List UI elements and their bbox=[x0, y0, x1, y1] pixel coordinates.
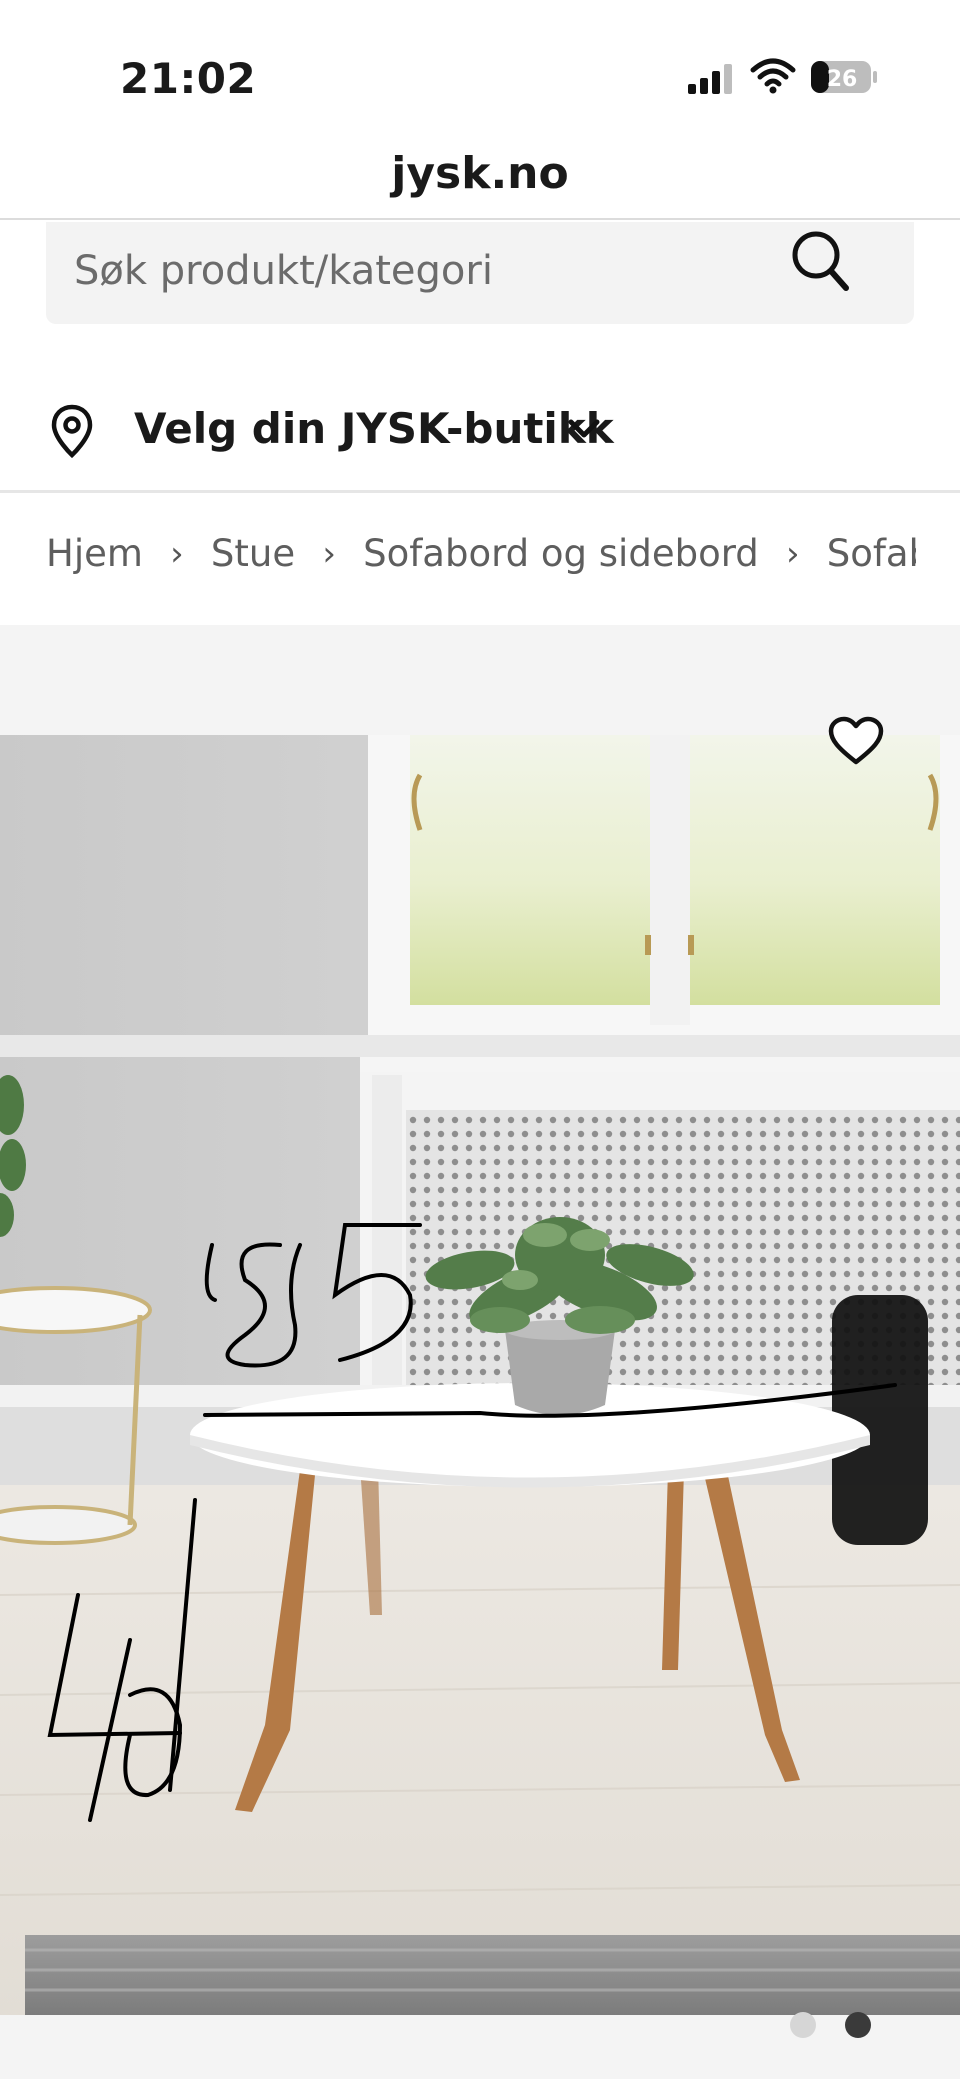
breadcrumb-sofabord-og-sidebord[interactable]: Sofabord og sidebord bbox=[363, 532, 759, 575]
signal-icon bbox=[688, 64, 732, 94]
store-picker[interactable]: Velg din JYSK-butikk bbox=[46, 396, 666, 466]
breadcrumb-separator: › bbox=[170, 533, 184, 574]
status-time: 21:02 bbox=[120, 54, 257, 103]
carousel-dot-2-active[interactable] bbox=[845, 2012, 871, 2038]
breadcrumb-home[interactable]: Hjem bbox=[46, 532, 143, 575]
breadcrumb-separator: › bbox=[785, 533, 800, 574]
product-image[interactable]: 85 40 bbox=[0, 735, 960, 2015]
chevron-down-icon bbox=[568, 419, 600, 438]
product-photo: 85 40 bbox=[0, 735, 960, 2015]
breadcrumb: Hjem › Stue › Sofabord og sidebord › Sofabord bbox=[46, 530, 916, 590]
location-pin-icon bbox=[51, 404, 93, 458]
heart-icon[interactable] bbox=[828, 716, 884, 766]
carousel-dot-1[interactable] bbox=[790, 2012, 816, 2038]
breadcrumb-separator: › bbox=[322, 533, 336, 574]
store-picker-label: Velg din JYSK-butikk bbox=[134, 404, 614, 453]
battery-icon: 26 bbox=[811, 61, 877, 93]
section-divider bbox=[0, 490, 960, 493]
search-box[interactable] bbox=[46, 222, 914, 324]
search-input[interactable] bbox=[74, 236, 774, 306]
image-gallery-top-band bbox=[0, 625, 960, 735]
search-icon[interactable] bbox=[790, 228, 850, 292]
status-bar: 21:02 26 bbox=[0, 0, 960, 140]
image-gallery-bottom-band bbox=[0, 2015, 960, 2079]
breadcrumb-sofabord[interactable]: Sofabord bbox=[827, 532, 916, 575]
wifi-icon bbox=[750, 58, 796, 94]
battery-level: 26 bbox=[827, 67, 858, 92]
breadcrumb-stue[interactable]: Stue bbox=[211, 532, 295, 575]
address-bar[interactable]: jysk.no bbox=[0, 140, 960, 220]
url-text: jysk.no bbox=[391, 148, 569, 199]
